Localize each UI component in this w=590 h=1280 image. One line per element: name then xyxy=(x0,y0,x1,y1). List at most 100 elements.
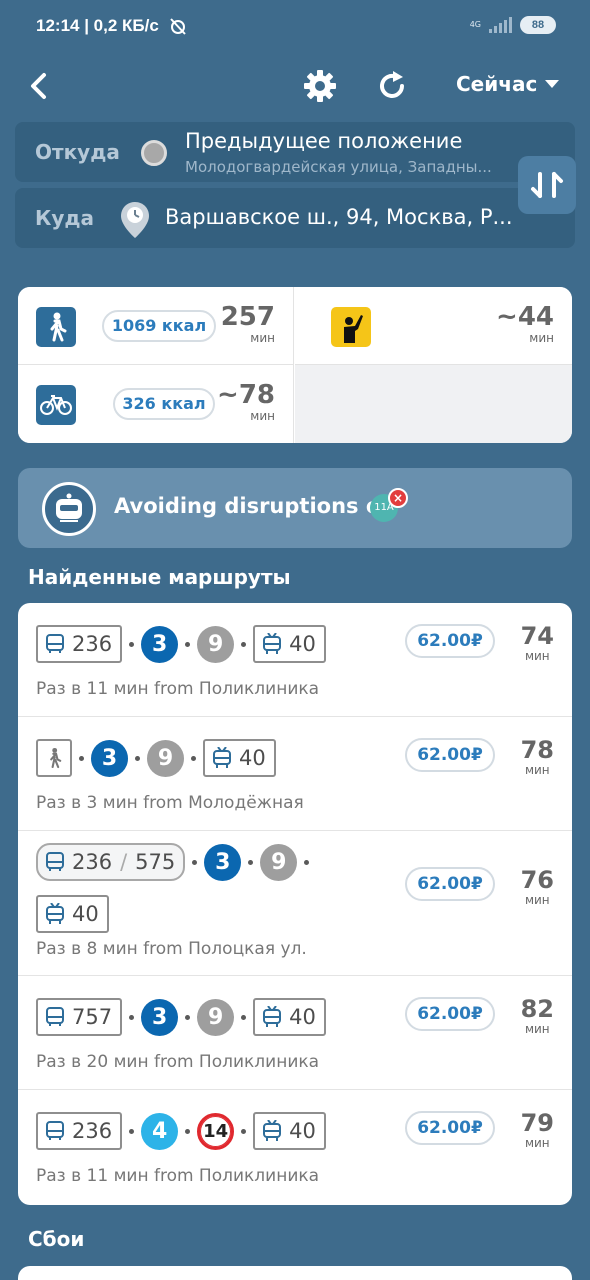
departure-time-label: Сейчас xyxy=(456,72,538,96)
walk-chip xyxy=(36,739,72,777)
transport-modes-card: 1069 ккал 257 мин 326 ккал ~78 мин ~44 м… xyxy=(18,287,572,443)
bus-chip: 236 / 575 xyxy=(36,843,186,881)
route-card[interactable]: 236 / 575 3 9 40 62.00₽ 76 мин Раз в 8 м… xyxy=(18,831,572,976)
mode-walk[interactable]: 1069 ккал 257 мин xyxy=(18,287,294,365)
route-price: 62.00₽ xyxy=(405,738,495,772)
back-arrow-icon[interactable] xyxy=(24,70,56,102)
gear-icon[interactable] xyxy=(302,68,338,104)
route-card[interactable]: 236 4 14 40 62.00₽ 79 мин Раз в 11 мин f… xyxy=(18,1090,572,1205)
walk-icon xyxy=(50,747,62,769)
route-minutes-unit: мин xyxy=(524,1022,550,1036)
status-time: 12:14 | 0,2 КБ/с xyxy=(36,16,159,35)
battery-icon: 88 xyxy=(520,16,556,34)
bike-minutes-unit: мин xyxy=(250,409,275,423)
trolleybus-icon xyxy=(46,903,64,924)
bus-icon xyxy=(46,1007,64,1026)
walk-minutes: 257 xyxy=(220,302,275,332)
departure-time-selector[interactable]: Сейчас xyxy=(456,72,560,96)
to-field[interactable]: Куда Варшавское ш., 94, Москва, Р... xyxy=(15,188,575,248)
route-minutes-unit: мин xyxy=(524,1136,550,1150)
route-frequency: Раз в 3 мин from Молодёжная xyxy=(36,793,304,813)
trolleybus-number: 40 xyxy=(289,1005,316,1029)
bus-chip: 236 xyxy=(36,1112,123,1150)
refresh-icon[interactable] xyxy=(374,68,410,104)
disruptions-banner[interactable]: Avoiding disruptions on 11A × xyxy=(18,468,572,548)
route-duration: 79 мин xyxy=(521,1110,554,1150)
trolleybus-icon xyxy=(263,1120,282,1141)
from-field[interactable]: Откуда Предыдущее положение Молодогварде… xyxy=(15,122,575,182)
from-label: Откуда xyxy=(35,140,120,164)
route-price: 62.00₽ xyxy=(405,1111,495,1145)
alarm-off-icon xyxy=(170,18,186,35)
mode-taxi[interactable]: ~44 мин xyxy=(295,287,572,365)
trolleybus-number: 40 xyxy=(289,1119,316,1143)
bus-chip: 757 xyxy=(36,998,123,1036)
route-minutes-unit: мин xyxy=(524,893,550,907)
trolleybus-chip: 40 xyxy=(203,739,276,777)
walk-duration: 257 мин xyxy=(221,303,275,345)
metro-line-9: 9 xyxy=(197,625,235,663)
route-frequency: Раз в 11 мин from Поликлиника xyxy=(36,1166,320,1186)
metro-line-9: 9 xyxy=(260,843,298,881)
route-frequency: Раз в 20 мин from Поликлиника xyxy=(36,1052,320,1072)
route-frequency: Раз в 11 мин from Поликлиника xyxy=(36,679,320,699)
route-card[interactable]: 236 3 9 40 62.00₽ 74 мин Раз в 11 мин fr… xyxy=(18,603,572,717)
mode-bike[interactable]: 326 ккал ~78 мин xyxy=(18,365,294,443)
route-duration: 82 мин xyxy=(521,996,554,1036)
route-minutes: 79 xyxy=(520,1109,554,1137)
trolleybus-icon xyxy=(213,747,231,768)
from-title: Предыдущее положение xyxy=(185,129,463,153)
metro-line-4: 4 xyxy=(141,1112,179,1150)
bus-number: 757 xyxy=(72,1005,113,1029)
disruptions-banner-text: Avoiding disruptions on xyxy=(114,494,396,518)
taxi-duration: ~44 мин xyxy=(496,303,554,345)
to-title: Варшавское ш., 94, Москва, Р... xyxy=(165,205,513,229)
swap-button[interactable] xyxy=(518,156,576,214)
walk-kcal: 1069 ккал xyxy=(102,310,216,342)
network-type: 4G xyxy=(469,20,481,29)
signal-icon xyxy=(489,17,512,33)
route-card[interactable]: 3 9 40 62.00₽ 78 мин Раз в 3 мин from Мо… xyxy=(18,717,572,831)
status-bar: 12:14 | 0,2 КБ/с 4G 88 xyxy=(0,0,590,56)
route-price: 62.00₽ xyxy=(405,867,495,901)
route-minutes: 74 xyxy=(520,622,554,650)
bus-icon xyxy=(46,1121,64,1140)
metro-line-9: 9 xyxy=(197,998,235,1036)
routes-section-title: Найденные маршруты xyxy=(28,565,291,589)
to-label: Куда xyxy=(35,206,95,230)
metro-train-icon xyxy=(42,482,96,536)
route-frequency: Раз в 8 мин from Полоцкая ул. xyxy=(36,939,307,959)
metro-line-9: 9 xyxy=(147,739,184,777)
swap-arrows-icon xyxy=(531,172,563,198)
metro-line-3: 3 xyxy=(141,625,179,663)
mode-empty-slot xyxy=(295,365,572,443)
route-price: 62.00₽ xyxy=(405,624,495,658)
walk-minutes-unit: мин xyxy=(250,331,275,345)
trolleybus-chip: 40 xyxy=(253,1112,326,1150)
taxi-minutes: ~44 xyxy=(496,302,554,332)
disruptions-card[interactable] xyxy=(18,1266,572,1280)
route-minutes: 76 xyxy=(520,866,554,894)
route-duration: 76 мин xyxy=(521,867,554,907)
metro-line-3: 3 xyxy=(204,843,242,881)
mcc-line-14: 14 xyxy=(197,1112,235,1150)
walk-icon xyxy=(36,307,76,347)
bus-icon xyxy=(46,634,64,653)
trolleybus-number: 40 xyxy=(72,902,99,926)
bus-number-alt: 575 xyxy=(135,850,176,874)
bicycle-icon xyxy=(36,385,76,425)
bike-kcal: 326 ккал xyxy=(113,388,215,420)
route-duration: 74 мин xyxy=(521,623,554,663)
route-card[interactable]: 757 3 9 40 62.00₽ 82 мин Раз в 20 мин fr… xyxy=(18,976,572,1090)
location-pin-clock-icon xyxy=(121,202,149,238)
bus-number: 236 xyxy=(72,850,113,874)
trolleybus-icon xyxy=(263,633,282,654)
close-icon: × xyxy=(388,488,408,508)
route-minutes-unit: мин xyxy=(524,763,550,777)
metro-line-3: 3 xyxy=(141,998,179,1036)
bus-chip: 236 xyxy=(36,625,123,663)
trolleybus-number: 40 xyxy=(289,632,316,656)
from-subtitle: Молодогвардейская улица, Западны... xyxy=(185,158,492,176)
route-price: 62.00₽ xyxy=(405,997,495,1031)
routes-list: 236 3 9 40 62.00₽ 74 мин Раз в 11 мин fr… xyxy=(18,603,572,1205)
